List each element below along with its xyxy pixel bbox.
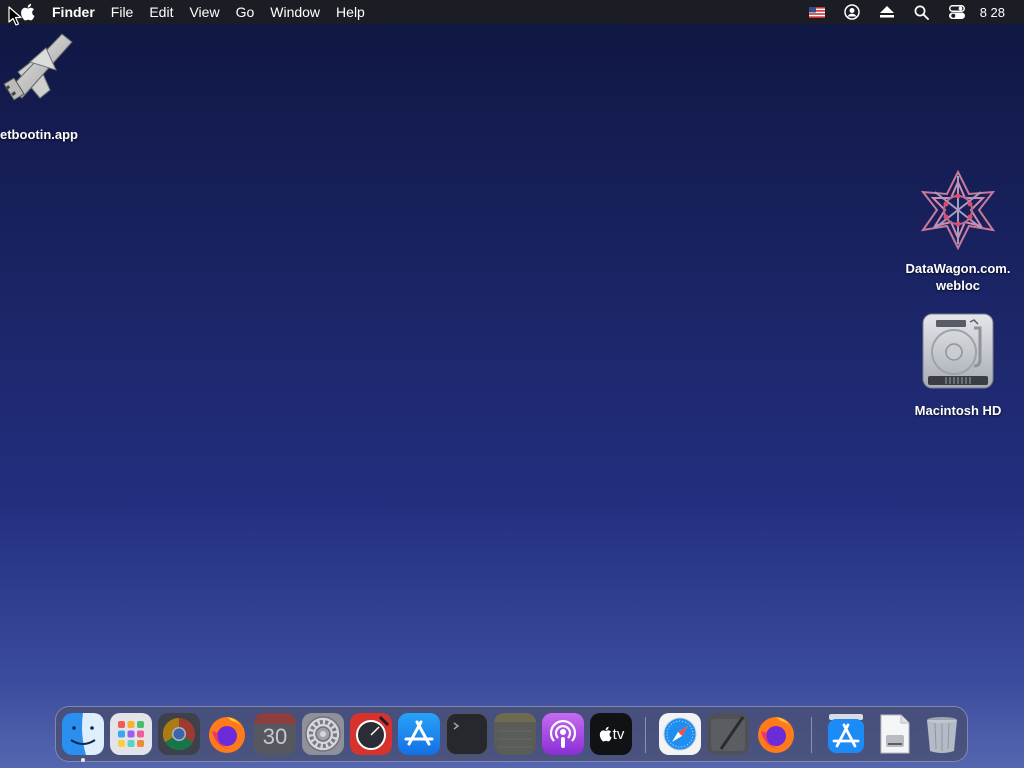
eject-icon[interactable]: [874, 0, 900, 24]
spotlight-search-icon[interactable]: [909, 0, 935, 24]
menu-go[interactable]: Go: [228, 0, 263, 24]
us-flag-input-icon[interactable]: [804, 0, 830, 24]
menubar-clock[interactable]: 8 28: [980, 5, 1005, 20]
launchpad-grid-icon: [118, 721, 144, 747]
menu-file[interactable]: File: [103, 0, 142, 24]
script-editor-icon: [711, 716, 745, 751]
menu-bar: Finder File Edit View Go Window Help 8 2…: [0, 0, 1024, 24]
dock-launchpad[interactable]: [110, 713, 152, 755]
webloc-star-icon: [920, 169, 996, 251]
dock-firefox-2[interactable]: [755, 713, 797, 755]
hard-drive-icon: [922, 313, 994, 389]
desktop-icon-label-line1: DataWagon.com.: [905, 261, 1011, 276]
dock: 30 tv: [55, 706, 968, 762]
finder-icon: [62, 713, 104, 755]
dock-calendar[interactable]: 30: [254, 713, 296, 755]
desktop-icon-macintosh-hd[interactable]: Macintosh HD: [898, 312, 1018, 419]
dock-finder[interactable]: [62, 713, 104, 755]
menu-edit[interactable]: Edit: [141, 0, 181, 24]
user-account-icon[interactable]: [839, 0, 865, 24]
desktop-icon-label: Macintosh HD: [914, 403, 1002, 418]
dock-system-preferences[interactable]: [302, 713, 344, 755]
trash-icon: [927, 717, 957, 753]
menu-view[interactable]: View: [181, 0, 227, 24]
app-store-stack-icon: [828, 714, 864, 753]
dock-google-chrome[interactable]: [158, 713, 200, 755]
menu-help[interactable]: Help: [328, 0, 373, 24]
gear-icon: [305, 716, 341, 752]
tv-label: tv: [612, 725, 625, 743]
desktop-icon-datawagon-webloc[interactable]: DataWagon.com. webloc: [898, 168, 1018, 294]
firefox-icon: [758, 717, 794, 753]
desktop-icon-label: etbootin.app: [0, 127, 78, 142]
dock-script-editor[interactable]: [707, 713, 749, 755]
dock-app-store-2[interactable]: [825, 713, 867, 755]
app-store-icon: [404, 720, 434, 746]
document-disk-image-icon: [880, 714, 910, 754]
dock-notes[interactable]: [494, 713, 536, 755]
apple-logo-icon: [599, 726, 612, 742]
calendar-day: 30: [262, 724, 288, 749]
notes-icon: [494, 713, 536, 748]
control-center-icon[interactable]: [944, 0, 970, 24]
chrome-icon: [158, 713, 200, 755]
desktop-icon-label-line2: webloc: [935, 278, 981, 293]
safari-compass-icon: [663, 717, 697, 751]
running-indicator: [81, 758, 85, 762]
compass-preview-icon: [356, 715, 390, 750]
dock-tv[interactable]: tv: [590, 713, 632, 755]
menu-window[interactable]: Window: [262, 0, 328, 24]
mouse-pointer-icon: [8, 6, 22, 26]
dock-safari[interactable]: [659, 713, 701, 755]
calendar-header: [254, 713, 296, 724]
dock-disk-image[interactable]: [873, 713, 915, 755]
podcasts-icon: [549, 719, 577, 748]
dock-safari-technology-preview[interactable]: [350, 713, 392, 755]
dock-separator: [811, 717, 812, 753]
dock-firefox[interactable]: [206, 713, 248, 755]
dock-trash[interactable]: [921, 713, 963, 755]
dock-separator: [645, 717, 646, 753]
unetbootin-icon: [3, 33, 73, 101]
terminal-icon: [453, 722, 460, 730]
dock-app-store[interactable]: [398, 713, 440, 755]
desktop-icon-unetbootin[interactable]: etbootin.app: [0, 28, 90, 143]
dock-terminal[interactable]: [446, 713, 488, 755]
menu-finder[interactable]: Finder: [50, 0, 103, 24]
firefox-icon: [209, 717, 245, 753]
dock-podcasts[interactable]: [542, 713, 584, 755]
